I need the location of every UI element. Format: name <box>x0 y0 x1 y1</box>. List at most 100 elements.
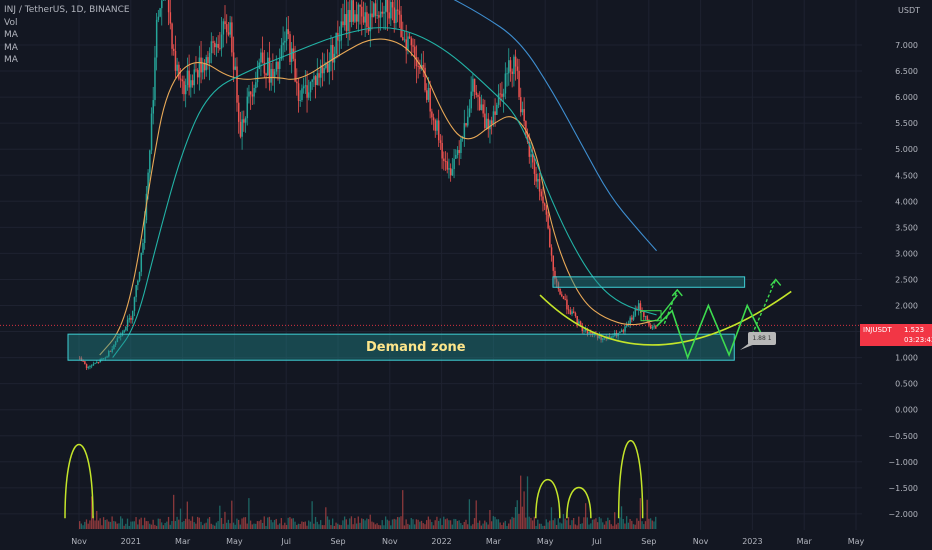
volume-bar <box>555 524 558 529</box>
candle-body <box>318 73 320 78</box>
volume-bar <box>255 523 257 529</box>
candle-body <box>559 288 561 295</box>
y-tick-label: −1.500 <box>888 484 918 493</box>
volume-bar <box>384 516 387 529</box>
candle-body <box>426 90 428 100</box>
volume-bar <box>282 525 284 529</box>
volume-bar <box>463 521 465 529</box>
arrow-head-1 <box>671 288 683 297</box>
candle-body <box>550 247 553 256</box>
volume-bar <box>583 517 585 529</box>
candle-body <box>538 178 541 192</box>
candle-body <box>441 142 443 159</box>
indicator-ma-3[interactable]: MA <box>4 54 130 67</box>
volume-bar <box>326 516 329 529</box>
candle-body <box>429 87 431 112</box>
volume-bar <box>229 523 231 529</box>
volume-bar <box>253 523 255 529</box>
candle-body <box>444 160 447 162</box>
candle-body <box>226 24 228 33</box>
candle-body <box>251 94 254 97</box>
volume-bar <box>159 518 161 529</box>
volume-bar <box>593 519 595 529</box>
volume-bar <box>434 520 436 529</box>
candle-body <box>537 178 539 182</box>
volume-bar <box>619 517 621 529</box>
volume-bar <box>489 510 491 529</box>
volume-bar <box>545 519 547 529</box>
volume-bar <box>142 525 144 529</box>
candle-body <box>255 82 257 89</box>
candle-body <box>306 85 308 98</box>
candle-body <box>285 29 288 41</box>
volume-bars <box>79 475 657 529</box>
volume-bar <box>643 524 645 529</box>
volume-bar <box>453 518 455 529</box>
candle-body <box>191 80 194 86</box>
volume-bar <box>419 521 421 529</box>
volume-bar <box>431 522 433 529</box>
candle-body <box>142 243 144 253</box>
volume-bar <box>490 521 493 529</box>
candle-body <box>490 120 493 125</box>
candle-body <box>178 64 180 79</box>
volume-bar <box>496 519 498 529</box>
candle-body <box>352 0 355 22</box>
volume-bar <box>437 520 440 529</box>
candle-body <box>651 327 654 329</box>
volume-bar <box>128 525 130 529</box>
candle-body <box>362 16 365 23</box>
volume-bar <box>244 517 247 529</box>
candle-body <box>410 38 413 46</box>
indicator-ma-1[interactable]: MA <box>4 29 130 42</box>
volume-bar <box>648 518 650 529</box>
price-chart[interactable]: 7.000 6.500 6.000 5.500 5.000 4.500 4.000 3.500… <box>0 0 932 550</box>
volume-bar <box>320 520 322 529</box>
volume-bar <box>502 522 505 529</box>
volume-bar <box>535 525 537 529</box>
volume-bar <box>617 522 619 529</box>
candle-body <box>573 311 575 314</box>
volume-bar <box>573 517 575 529</box>
indicator-ma-2[interactable]: MA <box>4 42 130 55</box>
volume-bar <box>521 506 524 529</box>
volume-bar <box>284 522 286 529</box>
volume-bar <box>80 523 83 529</box>
candle-body <box>562 296 565 299</box>
volume-bar <box>123 525 125 529</box>
volume-bar <box>280 518 283 529</box>
y-tick-label: 2.500 <box>895 275 918 284</box>
candle-body <box>571 311 573 315</box>
volume-bar <box>304 521 306 529</box>
y-tick-label: 3.500 <box>895 223 918 232</box>
y-tick-label: −0.500 <box>888 432 918 441</box>
candle-body <box>393 7 396 24</box>
candle-body <box>195 69 197 71</box>
candle-body <box>391 1 394 8</box>
volume-bar <box>470 525 472 529</box>
candle-body <box>407 36 409 51</box>
candle-body <box>422 65 425 68</box>
volume-bar <box>492 516 494 529</box>
indicator-vol[interactable]: Vol <box>4 17 130 30</box>
volume-bar <box>342 520 344 529</box>
volume-bar <box>518 513 520 529</box>
candle-body <box>576 316 578 324</box>
volume-bar <box>422 523 424 529</box>
volume-bar <box>308 520 310 529</box>
candle-body <box>624 326 626 332</box>
candle-body <box>354 14 356 22</box>
y-tick-label: −2.000 <box>888 510 918 519</box>
volume-bar <box>359 522 361 529</box>
y-tick-label: 0.000 <box>895 406 918 415</box>
volume-bar <box>227 519 230 529</box>
candle-body <box>171 23 173 49</box>
volume-bar <box>480 525 483 529</box>
candle-body <box>547 214 549 229</box>
volume-bar <box>655 516 657 529</box>
candle-body <box>184 84 187 95</box>
y-tick-label: 6.000 <box>895 93 918 102</box>
volume-bar <box>622 518 624 529</box>
candle-body <box>465 123 467 126</box>
candle-body <box>508 60 510 74</box>
